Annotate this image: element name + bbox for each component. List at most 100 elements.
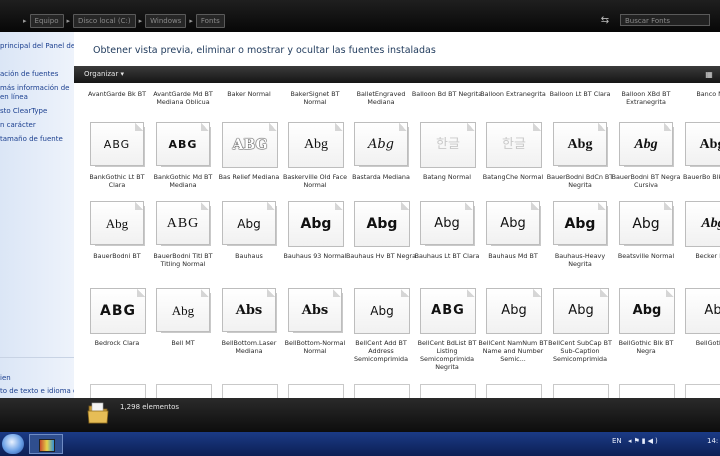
font-sample-text: Abg [634, 137, 658, 152]
chevron-right-icon: ▸ [66, 16, 71, 25]
font-item[interactable]: 한글 BatangChe Normal [483, 122, 543, 212]
font-item-label: BellBottom.Laser Mediana [221, 339, 277, 355]
font-file-icon[interactable] [553, 384, 609, 398]
font-item[interactable]: Abg BauerBodni BT [87, 201, 147, 291]
font-item-label: BankGothic Lt BT Clara [89, 173, 145, 189]
font-file-icon[interactable] [222, 384, 278, 398]
taskbar-app-winrar[interactable] [29, 434, 63, 454]
font-file-icon[interactable] [486, 384, 542, 398]
view-options-button[interactable]: ▦ [702, 68, 716, 81]
font-item[interactable]: Abg BellCent NamNum BT Name and Number Se… [478, 288, 548, 378]
font-sample-text: 한글 [436, 137, 460, 152]
sidebar-link-text-language[interactable]: to de texto e idioma de [0, 387, 74, 396]
font-item[interactable]: 한글 Batang Normal [417, 122, 477, 212]
archive-icon [39, 439, 55, 452]
font-item[interactable]: Abg BellGothic Blk BT Negra [616, 288, 676, 378]
font-item[interactable]: ABG BellCent BdList BT Listing Semicompri… [417, 288, 477, 378]
font-file-icon: Abg [354, 201, 410, 247]
view-grid-icon: ▦ [705, 70, 713, 79]
font-item-label[interactable]: BakerSignet BT Normal [279, 90, 351, 106]
font-item-label[interactable]: Banco Me [676, 90, 720, 98]
font-sample-text: ABG [431, 303, 465, 318]
font-item-label[interactable]: BalletEngraved Mediana [345, 90, 417, 106]
sidebar-link-find-character[interactable]: n carácter [0, 121, 36, 130]
font-item[interactable]: Abg Bauhaus 93 Normal [283, 201, 347, 291]
font-item-label: Bauhaus 93 Normal [283, 252, 347, 260]
font-file-icon[interactable] [354, 384, 410, 398]
font-item[interactable]: Abs BellBottom-Normal Normal [285, 288, 345, 378]
font-item-label: BauerBodni BdCn BT Negrita [546, 173, 614, 189]
sidebar-link-control-panel-home[interactable]: principal del Panel de [0, 42, 74, 51]
font-item[interactable]: ABG BankGothic Lt BT Clara [87, 122, 147, 212]
font-item-label[interactable]: Balloon Extranegrita [477, 90, 549, 98]
sidebar-link-more-info[interactable]: más información de [0, 84, 69, 93]
font-item[interactable]: Abg Bauhaus-Heavy Negrita [550, 201, 610, 291]
font-item-label[interactable]: Balloon Lt BT Clara [544, 90, 616, 98]
font-item-label[interactable]: AvantGarde Md BT Mediana Oblicua [147, 90, 219, 106]
font-item[interactable]: Abg BellCent SubCap BT Sub-Caption Semico… [548, 288, 612, 378]
font-file-icon[interactable] [420, 384, 476, 398]
font-file-icon: Ab [685, 288, 720, 334]
font-item-label: Bas Relief Mediana [218, 173, 280, 181]
organize-button[interactable]: Organizar ▾ [84, 68, 124, 81]
chevron-down-icon: ▾ [120, 70, 124, 78]
font-item[interactable]: Abg BauerBodni BT Negra Cursiva [612, 122, 680, 212]
font-item-label[interactable]: AvantGarde Bk BT [81, 90, 153, 98]
font-item[interactable]: ABG Bedrock Clara [87, 288, 147, 378]
font-item[interactable]: ABG BauerBodni Titl BT Titling Normal [153, 201, 213, 291]
sidebar-link-font-settings[interactable]: ación de fuentes [0, 70, 58, 79]
taskbar: EN ◂⚑▮◀) 14: [0, 432, 720, 456]
tray-flag-icon: ⚑ [633, 437, 642, 445]
sidebar-link-cleartype[interactable]: sto ClearType [0, 107, 47, 116]
search-input[interactable]: Buscar Fonts [620, 14, 710, 26]
font-item[interactable]: Abg Bauhaus Hv BT Negra [346, 201, 416, 291]
font-file-icon: Abg [486, 288, 542, 334]
font-item-label[interactable]: Balloon XBd BT Extranegrita [610, 90, 682, 106]
font-item-label[interactable]: Baker Normal [213, 90, 285, 98]
font-file-icon[interactable] [685, 384, 720, 398]
font-item[interactable]: Abg Bell MT [153, 288, 213, 378]
breadcrumb-item[interactable]: ▸ Fonts [186, 13, 225, 28]
chevron-right-icon: ▸ [138, 16, 143, 25]
font-item[interactable]: ABG Bas Relief Mediana [219, 122, 279, 212]
font-file-icon: Abg [90, 201, 146, 247]
sidebar: principal del Panel de ación de fuentes … [0, 32, 74, 398]
sidebar-link-font-size[interactable]: tamaño de fuente [0, 135, 63, 144]
details-pane: 1,298 elementos [0, 398, 720, 432]
font-item[interactable]: Abg BellCent Add BT Address Semicomprimid… [351, 288, 411, 378]
breadcrumb[interactable]: ▸ Equipo ▸ Disco local (C:) ▸ Windows ▸ Fonts [20, 13, 225, 28]
font-item[interactable]: Abg Beatsville Normal [616, 201, 676, 291]
font-sample-text: Abg [366, 216, 398, 232]
start-button[interactable] [2, 434, 24, 454]
font-item-label: Bauhaus Md BT [488, 252, 538, 260]
tray-icons[interactable]: ◂⚑▮◀) [628, 437, 660, 445]
font-sample-text: ABG [103, 138, 131, 151]
font-file-icon: Abg [486, 201, 542, 247]
font-file-icon[interactable] [619, 384, 675, 398]
font-item[interactable]: Abg BauerBodni BdCn BT Negrita [547, 122, 613, 212]
font-file-icon: Abg [619, 288, 675, 334]
font-item[interactable]: ABG BankGothic Md BT Mediana [153, 122, 213, 212]
font-item[interactable]: Abg Bastarda Mediana [351, 122, 411, 212]
font-item[interactable]: Abg Becker Me [682, 201, 720, 291]
font-item-label: BellGothic [695, 339, 720, 347]
font-item[interactable]: Abs BellBottom.Laser Mediana [219, 288, 279, 378]
breadcrumb-item[interactable]: ▸ Disco local (C:) [64, 13, 136, 28]
sidebar-link-more-info-2[interactable]: en línea [0, 93, 28, 102]
breadcrumb-item[interactable]: ▸ Equipo [20, 13, 64, 28]
font-item[interactable]: Abg Bauhaus Lt BT Clara [415, 201, 479, 291]
font-item[interactable]: Abg Bauhaus [219, 201, 279, 291]
font-file-icon[interactable] [288, 384, 344, 398]
language-indicator[interactable]: EN [612, 437, 622, 445]
clock: 14: [707, 437, 719, 445]
font-item[interactable]: Ab BellGothic [682, 288, 720, 378]
font-item[interactable]: Abg Baskerville Old Face Normal [283, 122, 347, 212]
font-file-icon[interactable] [156, 384, 212, 398]
font-file-icon[interactable] [90, 384, 146, 398]
breadcrumb-item[interactable]: ▸ Windows [136, 13, 187, 28]
font-item[interactable]: Abg BauerBo BlkCn BT [682, 122, 720, 212]
font-item-label[interactable]: Balloon Bd BT Negrita [411, 90, 483, 98]
refresh-button[interactable]: ⇆ [596, 15, 614, 27]
font-item-label: BauerBodni BT Negra Cursiva [611, 173, 681, 189]
font-item[interactable]: Abg Bauhaus Md BT [483, 201, 543, 291]
